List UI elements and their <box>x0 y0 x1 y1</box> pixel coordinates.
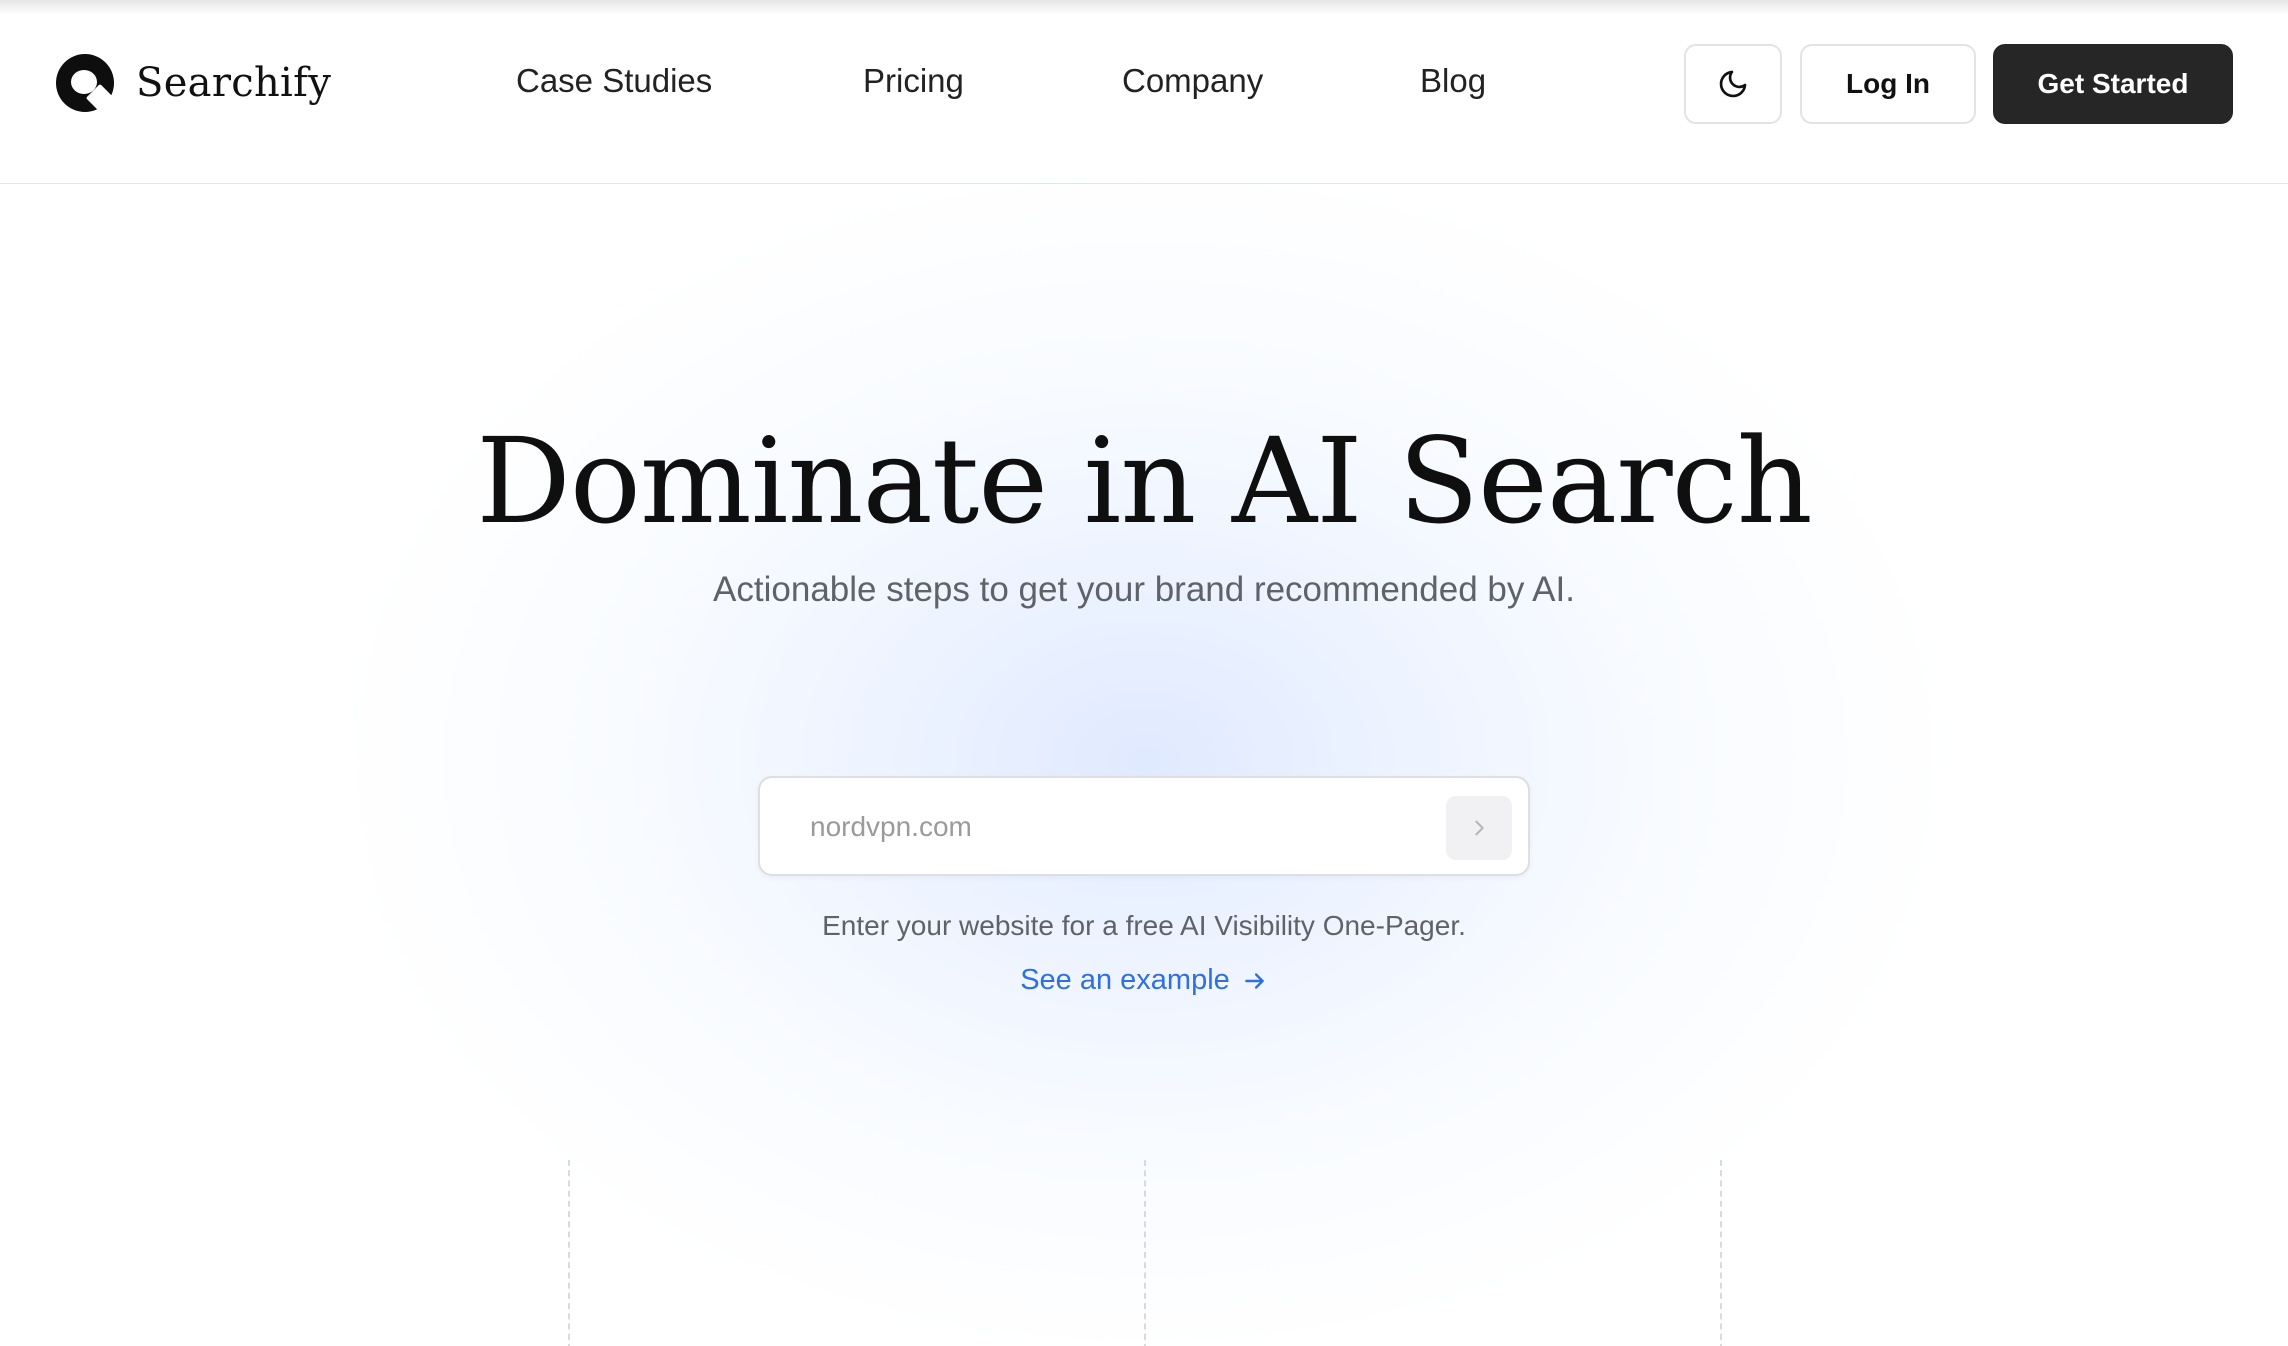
get-started-button[interactable]: Get Started <box>1993 44 2233 124</box>
login-button[interactable]: Log In <box>1800 44 1976 124</box>
hero-subtitle: Actionable steps to get your brand recom… <box>713 570 1575 609</box>
decorative-dashed-line <box>568 1160 570 1346</box>
header-top-shadow <box>0 0 2288 14</box>
chevron-right-icon <box>1475 820 1484 836</box>
theme-toggle-button[interactable] <box>1684 44 1782 124</box>
nav-link-pricing[interactable]: Pricing <box>863 62 964 100</box>
nav-link-case-studies[interactable]: Case Studies <box>516 62 712 100</box>
see-example-label: See an example <box>1020 964 1230 996</box>
page: Searchify Case Studies Pricing Company B… <box>0 0 2288 1346</box>
submit-website-button[interactable] <box>1446 796 1512 860</box>
website-search-form <box>758 776 1530 876</box>
see-example-link[interactable]: See an example <box>0 964 2288 997</box>
nav-link-company[interactable]: Company <box>1122 62 1263 100</box>
site-header: Searchify Case Studies Pricing Company B… <box>0 0 2288 184</box>
website-url-input[interactable] <box>780 792 1440 862</box>
moon-icon <box>1719 70 1747 98</box>
decorative-dashed-line <box>1720 1160 1722 1346</box>
nav-link-blog[interactable]: Blog <box>1420 62 1486 100</box>
arrow-right-icon <box>1244 972 1264 989</box>
search-helper-text: Enter your website for a free AI Visibil… <box>822 910 1466 941</box>
decorative-dashed-line <box>1144 1160 1146 1346</box>
hero-title: Dominate in AI Search <box>476 412 1812 550</box>
